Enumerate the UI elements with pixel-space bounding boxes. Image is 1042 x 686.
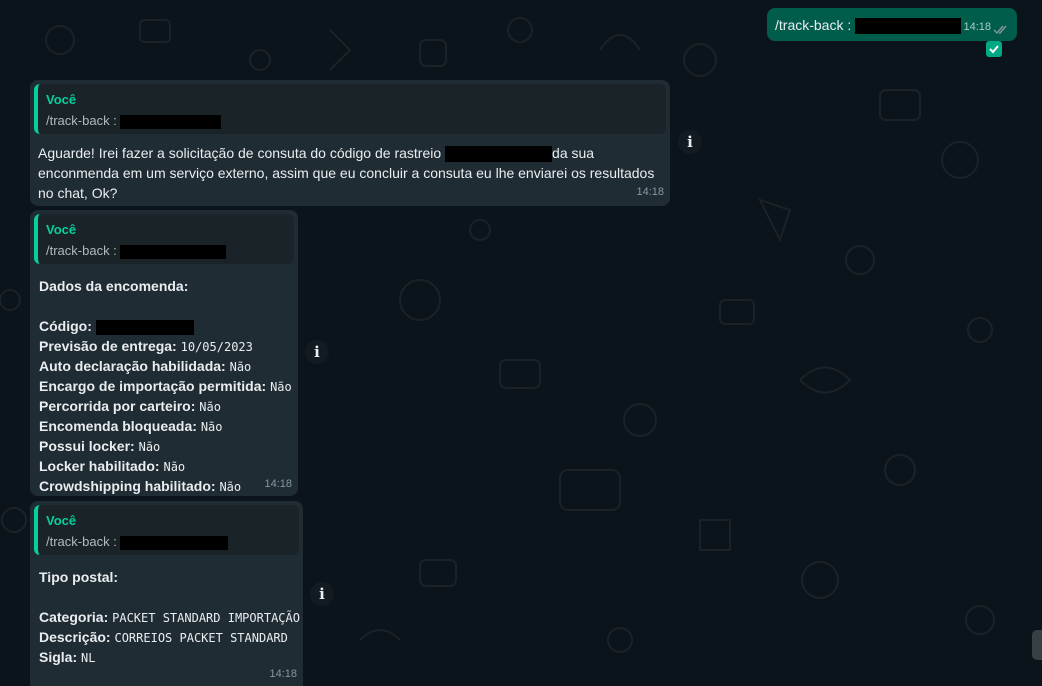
redacted-block	[120, 114, 222, 129]
redacted-block	[95, 319, 194, 335]
quoted-message[interactable]: Você /track-back :	[34, 214, 294, 264]
outgoing-message[interactable]: /track-back : 14:18	[767, 8, 1017, 41]
double-check-icon	[993, 25, 1007, 35]
info-icon[interactable]: i	[310, 582, 334, 606]
redacted-block	[120, 244, 227, 259]
redacted-block	[120, 535, 229, 550]
quote-author: Você	[46, 513, 77, 528]
quoted-message[interactable]: Você /track-back :	[34, 84, 666, 134]
info-icon[interactable]: i	[678, 130, 702, 154]
quoted-message[interactable]: Você /track-back :	[34, 505, 299, 555]
message-time: 14:18	[963, 21, 991, 33]
message-time: 14:18	[269, 668, 297, 680]
info-icon[interactable]: i	[305, 340, 329, 364]
quote-author: Você	[46, 92, 77, 107]
message-body: Dados da encomenda: Código: Previsão de …	[39, 278, 292, 494]
message-time: 14:18	[264, 478, 292, 490]
message-time: 14:18	[636, 186, 664, 198]
redacted-block	[445, 146, 553, 163]
message-body: Aguarde! Irei fazer a solicitação de con…	[38, 145, 655, 201]
incoming-message[interactable]: Você /track-back : Aguarde! Irei fazer a…	[30, 80, 670, 206]
outgoing-message-text: /track-back :	[775, 17, 852, 33]
quote-text: /track-back :	[46, 241, 286, 261]
incoming-message[interactable]: Você /track-back : Dados da encomenda: C…	[30, 210, 298, 496]
quote-author: Você	[46, 222, 77, 237]
checkbox-checked-icon[interactable]	[986, 41, 1002, 57]
message-body: Tipo postal: Categoria: PACKET STANDARD …	[39, 569, 300, 665]
quote-text: /track-back :	[46, 532, 291, 552]
quote-text: /track-back :	[46, 111, 658, 131]
scrollbar-thumb[interactable]	[1032, 630, 1042, 660]
incoming-message[interactable]: Você /track-back : Tipo postal: Categori…	[30, 501, 303, 686]
redacted-block	[855, 18, 962, 35]
